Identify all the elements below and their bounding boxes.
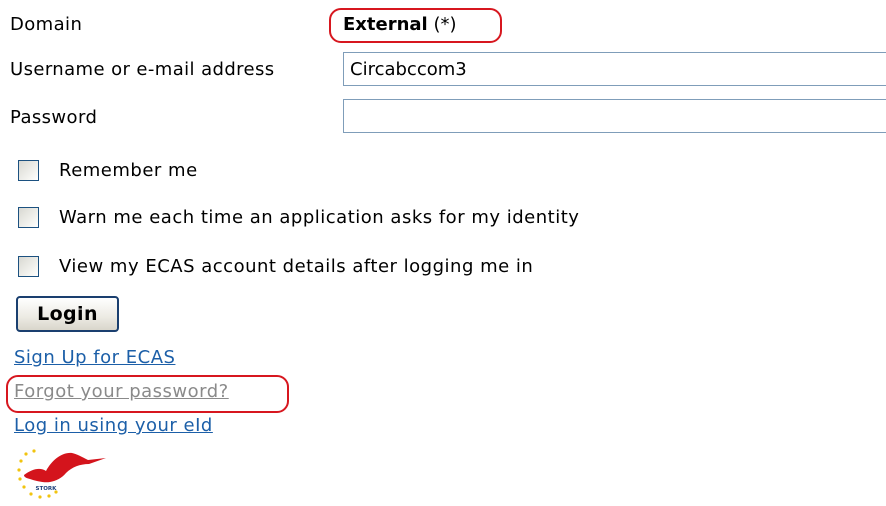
password-label: Password [10, 107, 98, 128]
remember-me-option[interactable]: Remember me [18, 158, 198, 182]
stork-logo: STORK [17, 449, 106, 499]
stork-logo-text: STORK [36, 486, 58, 492]
password-input[interactable] [343, 99, 886, 133]
warn-identity-label[interactable]: Warn me each time an application asks fo… [59, 207, 579, 228]
view-account-option[interactable]: View my ECAS account details after loggi… [18, 254, 533, 278]
warn-identity-checkbox[interactable] [18, 206, 39, 228]
sign-up-link[interactable]: Sign Up for ECAS [14, 347, 175, 368]
remember-me-label[interactable]: Remember me [59, 160, 198, 181]
username-label: Username or e-mail address [10, 59, 275, 80]
domain-highlight-annotation [329, 8, 502, 43]
warn-identity-option[interactable]: Warn me each time an application asks fo… [18, 205, 579, 229]
login-button[interactable]: Login [16, 296, 119, 332]
view-account-checkbox[interactable] [18, 255, 39, 277]
stork-bird-icon [24, 452, 106, 483]
forgot-highlight-annotation [6, 375, 289, 413]
username-input[interactable] [343, 52, 886, 86]
domain-label: Domain [10, 14, 83, 35]
view-account-label[interactable]: View my ECAS account details after loggi… [59, 256, 533, 277]
eid-login-link[interactable]: Log in using your eId [14, 415, 213, 436]
remember-me-checkbox[interactable] [18, 159, 39, 181]
